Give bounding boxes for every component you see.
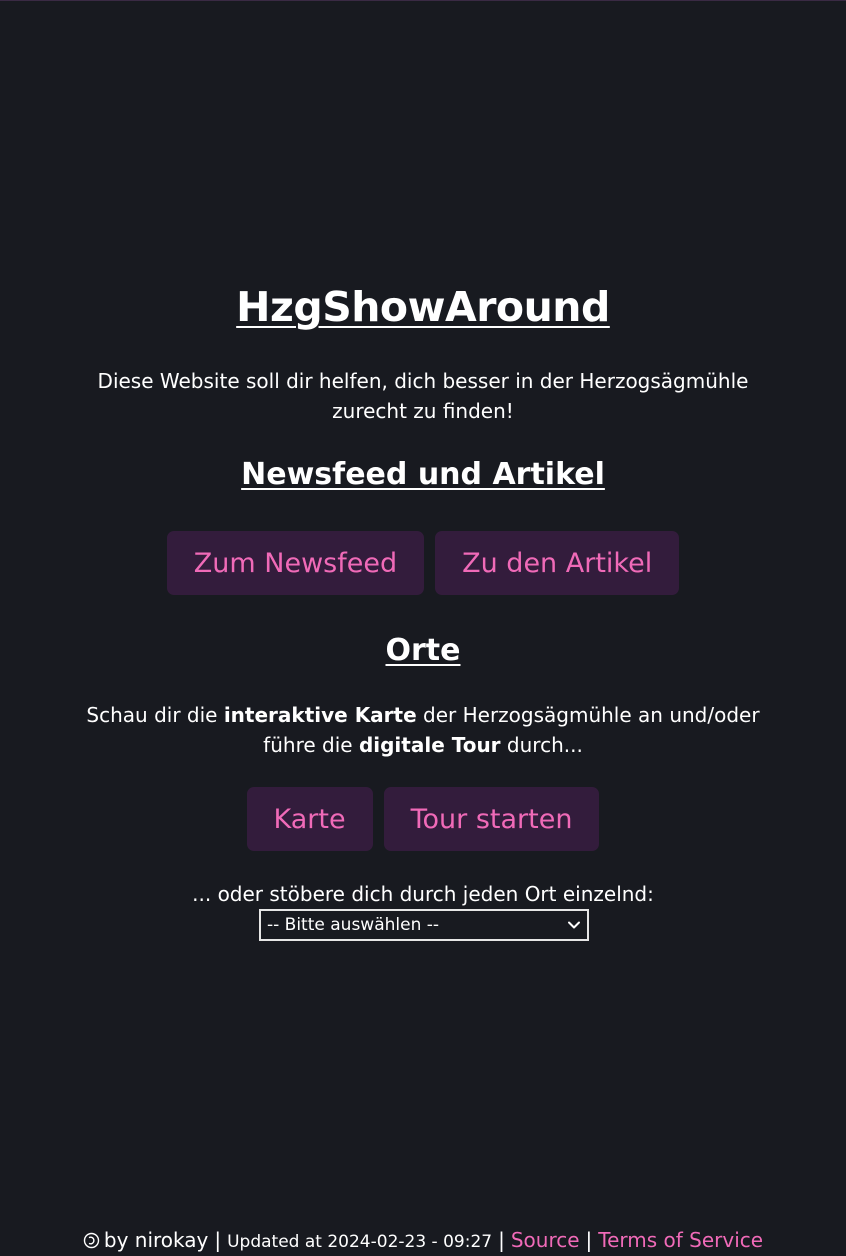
newsfeed-button[interactable]: Zum Newsfeed bbox=[166, 531, 425, 595]
footer-updated: Updated at 2024-02-23 - 09:27 bbox=[227, 1232, 493, 1252]
map-button[interactable]: Karte bbox=[246, 787, 373, 851]
tour-button[interactable]: Tour starten bbox=[383, 787, 600, 851]
places-text-part3: durch... bbox=[500, 733, 583, 757]
footer-separator: | bbox=[585, 1228, 593, 1252]
intro-text: Diese Website soll dir helfen, dich bess… bbox=[97, 369, 749, 423]
terms-of-service-link[interactable]: Terms of Service bbox=[598, 1228, 763, 1252]
articles-button[interactable]: Zu den Artikel bbox=[435, 531, 680, 595]
browse-places-text: ... oder stöbere dich durch jeden Ort ei… bbox=[192, 882, 654, 906]
footer-separator: | bbox=[214, 1228, 222, 1252]
place-select-value: -- Bitte auswählen -- bbox=[267, 915, 440, 935]
page-title: HzgShowAround bbox=[236, 283, 610, 331]
places-button-row: Karte Tour starten bbox=[0, 787, 846, 851]
footer: by nirokay | Updated at 2024-02-23 - 09:27… bbox=[0, 1225, 846, 1256]
copyleft-icon bbox=[83, 1232, 100, 1249]
newsfeed-button-row: Zum Newsfeed Zu den Artikel bbox=[0, 531, 846, 595]
chevron-down-icon bbox=[568, 921, 580, 929]
footer-separator: | bbox=[498, 1228, 505, 1252]
footer-author: by nirokay bbox=[103, 1228, 209, 1252]
interactive-map-bold: interaktive Karte bbox=[223, 703, 417, 727]
digital-tour-bold: digitale Tour bbox=[358, 733, 501, 757]
places-description: Schau dir die interaktive Karte der Herz… bbox=[60, 700, 786, 760]
places-text-part1: Schau dir die bbox=[86, 703, 224, 727]
source-link[interactable]: Source bbox=[511, 1228, 580, 1252]
newsfeed-heading: Newsfeed und Artikel bbox=[241, 457, 605, 492]
places-heading: Orte bbox=[385, 633, 461, 668]
place-select[interactable]: -- Bitte auswählen -- bbox=[259, 909, 589, 941]
